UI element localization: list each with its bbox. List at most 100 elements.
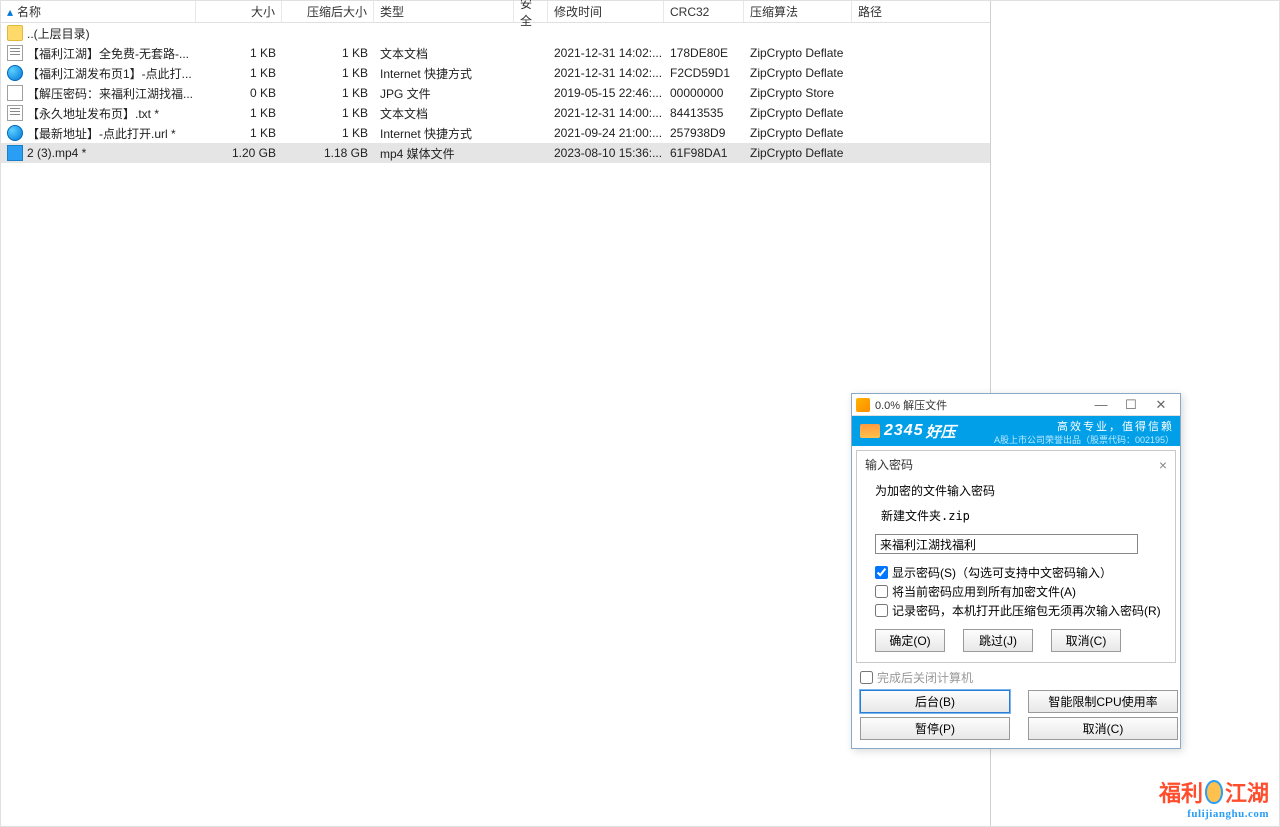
txt-icon — [7, 105, 23, 121]
file-method: ZipCrypto Deflate — [744, 103, 852, 123]
background-button[interactable]: 后台(B) — [860, 690, 1010, 713]
maximize-button[interactable]: ☐ — [1116, 396, 1146, 414]
app-icon — [856, 398, 870, 412]
brand-logo: 2345 好压 — [860, 421, 956, 442]
skip-button[interactable]: 跳过(J) — [963, 629, 1033, 652]
password-buttons: 确定(O) 跳过(J) 取消(C) — [875, 629, 1163, 652]
file-date: 2023-08-10 15:36:... — [548, 143, 664, 163]
dialog-title: 0.0% 解压文件 — [875, 397, 1086, 413]
dialog-titlebar[interactable]: 0.0% 解压文件 — ☐ ✕ — [852, 394, 1180, 416]
file-size — [196, 23, 282, 43]
file-row[interactable]: 【永久地址发布页】.txt *1 KB1 KB文本文档2021-12-31 14… — [1, 103, 990, 123]
file-safe — [514, 23, 548, 43]
extract-progress-dialog: 0.0% 解压文件 — ☐ ✕ 2345 好压 高效专业，值得信赖 A股上市公司… — [851, 393, 1181, 749]
file-name: 【最新地址】-点此打开.url * — [27, 125, 176, 142]
archive-filename: 新建文件夹.zip — [881, 507, 1163, 524]
dialog-bottom-buttons: 后台(B) 暂停(P) 智能限制CPU使用率 取消(C) — [852, 688, 1180, 742]
file-row[interactable]: 【福利江湖】全免费-无套路-...1 KB1 KB文本文档2021-12-31 … — [1, 43, 990, 63]
col-type[interactable]: 类型 — [374, 1, 514, 22]
password-panel-header: 输入密码 × — [857, 451, 1175, 478]
file-path — [852, 83, 990, 103]
remember-password-checkbox[interactable]: 记录密码，本机打开此压缩包无须再次输入密码(R) — [875, 602, 1163, 619]
file-crc: 257938D9 — [664, 123, 744, 143]
apply-all-checkbox[interactable]: 将当前密码应用到所有加密文件(A) — [875, 583, 1163, 600]
file-name: 2 (3).mp4 * — [27, 146, 86, 160]
file-type: mp4 媒体文件 — [374, 143, 514, 163]
file-name: ..(上层目录) — [27, 25, 90, 42]
file-crc: 178DE80E — [664, 43, 744, 63]
shutdown-checkbox[interactable]: 完成后关闭计算机 — [852, 667, 1180, 688]
file-size: 1 KB — [196, 103, 282, 123]
col-packed[interactable]: 压缩后大小 — [282, 1, 374, 22]
close-icon[interactable]: × — [1159, 457, 1167, 473]
file-type: Internet 快捷方式 — [374, 63, 514, 83]
web-icon — [7, 65, 23, 81]
file-type: 文本文档 — [374, 43, 514, 63]
file-crc: 61F98DA1 — [664, 143, 744, 163]
col-size[interactable]: 大小 — [196, 1, 282, 22]
file-size: 1.20 GB — [196, 143, 282, 163]
file-safe — [514, 43, 548, 63]
file-size: 0 KB — [196, 83, 282, 103]
logo-icon — [860, 424, 880, 438]
file-name: 【福利江湖】全免费-无套路-... — [27, 45, 189, 62]
jpg-icon — [7, 85, 23, 101]
cpu-limit-button[interactable]: 智能限制CPU使用率 — [1028, 690, 1178, 713]
column-header-row: ▴名称 大小 压缩后大小 类型 安全 修改时间 CRC32 压缩算法 路径 — [1, 1, 990, 23]
file-row[interactable]: 2 (3).mp4 *1.20 GB1.18 GBmp4 媒体文件2023-08… — [1, 143, 990, 163]
file-path — [852, 143, 990, 163]
file-packed-size: 1 KB — [282, 63, 374, 83]
col-safe[interactable]: 安全 — [514, 1, 548, 22]
file-date: 2021-12-31 14:02:... — [548, 63, 664, 83]
sort-asc-icon: ▴ — [7, 5, 13, 19]
window-buttons: — ☐ ✕ — [1086, 396, 1176, 414]
file-row[interactable]: 【最新地址】-点此打开.url *1 KB1 KBInternet 快捷方式20… — [1, 123, 990, 143]
file-path — [852, 103, 990, 123]
minimize-button[interactable]: — — [1086, 396, 1116, 414]
file-safe — [514, 63, 548, 83]
file-row[interactable]: 【福利江湖发布页1】-点此打...1 KB1 KBInternet 快捷方式20… — [1, 63, 990, 83]
password-input[interactable] — [875, 534, 1138, 554]
file-row[interactable]: 【解压密码：来福利江湖找福...0 KB1 KBJPG 文件2019-05-15… — [1, 83, 990, 103]
file-path — [852, 23, 990, 43]
file-type: Internet 快捷方式 — [374, 123, 514, 143]
col-method[interactable]: 压缩算法 — [744, 1, 852, 22]
file-packed-size: 1 KB — [282, 83, 374, 103]
file-row[interactable]: ..(上层目录) — [1, 23, 990, 43]
file-path — [852, 43, 990, 63]
file-size: 1 KB — [196, 63, 282, 83]
col-crc[interactable]: CRC32 — [664, 1, 744, 22]
file-type: JPG 文件 — [374, 83, 514, 103]
col-path[interactable]: 路径 — [852, 1, 990, 22]
file-safe — [514, 83, 548, 103]
pause-button[interactable]: 暂停(P) — [860, 717, 1010, 740]
file-size: 1 KB — [196, 43, 282, 63]
file-date: 2021-09-24 21:00:... — [548, 123, 664, 143]
file-method: ZipCrypto Deflate — [744, 143, 852, 163]
file-date: 2019-05-15 22:46:... — [548, 83, 664, 103]
ok-button[interactable]: 确定(O) — [875, 629, 945, 652]
file-date: 2021-12-31 14:00:... — [548, 103, 664, 123]
cancel-button[interactable]: 取消(C) — [1051, 629, 1121, 652]
col-name[interactable]: ▴名称 — [1, 1, 196, 22]
file-list-panel: ▴名称 大小 压缩后大小 类型 安全 修改时间 CRC32 压缩算法 路径 ..… — [1, 1, 991, 826]
col-date[interactable]: 修改时间 — [548, 1, 664, 22]
file-path — [852, 63, 990, 83]
file-date — [548, 23, 664, 43]
file-safe — [514, 103, 548, 123]
web-icon — [7, 125, 23, 141]
show-password-checkbox[interactable]: 显示密码(S)（勾选可支持中文密码输入） — [875, 564, 1163, 581]
file-safe — [514, 123, 548, 143]
cancel-extract-button[interactable]: 取消(C) — [1028, 717, 1178, 740]
file-packed-size: 1 KB — [282, 103, 374, 123]
egg-icon — [1205, 780, 1223, 804]
password-prompt: 为加密的文件输入密码 — [875, 482, 1163, 499]
mp4-icon — [7, 145, 23, 161]
file-safe — [514, 143, 548, 163]
close-button[interactable]: ✕ — [1146, 396, 1176, 414]
file-date: 2021-12-31 14:02:... — [548, 43, 664, 63]
file-crc: 84413535 — [664, 103, 744, 123]
file-crc: 00000000 — [664, 83, 744, 103]
brand-slogan: 高效专业，值得信赖 — [1057, 418, 1174, 434]
watermark: 福利 江湖 fulijianghu.com — [1159, 776, 1269, 820]
